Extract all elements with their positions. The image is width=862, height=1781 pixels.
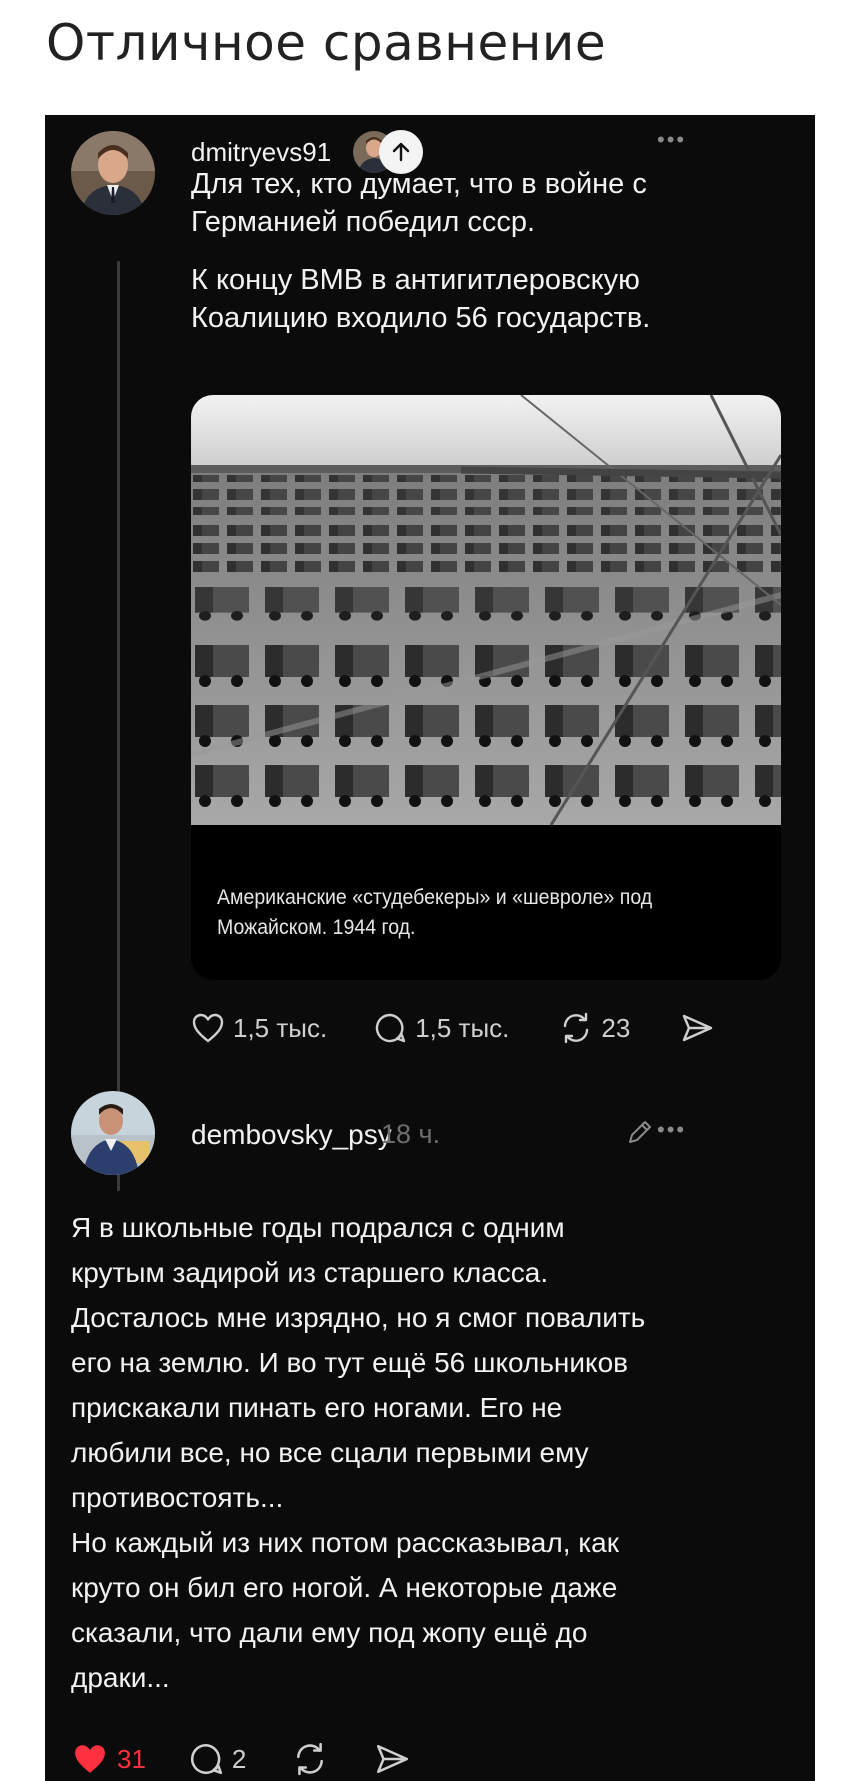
more-icon[interactable]: ••• (657, 127, 686, 153)
repost-icon (297, 1742, 324, 1776)
heart-icon (75, 1745, 105, 1773)
trucks-photo (191, 395, 781, 825)
heart-icon (192, 1013, 224, 1043)
share-icon (683, 1014, 713, 1042)
post-text: К концу ВМВ в антигитлеровскую Коалицию … (191, 264, 651, 334)
repost-button[interactable]: 23 (559, 1011, 630, 1045)
comment-count: 1,5 тыс. (415, 1012, 510, 1043)
follow-arrow-icon (392, 142, 410, 162)
post-timestamp: 18 ч. (381, 1119, 441, 1149)
repost-button[interactable] (292, 1741, 328, 1777)
like-count: 31 (117, 1743, 146, 1774)
share-button[interactable] (680, 1012, 714, 1044)
more-icon[interactable]: ••• (657, 1117, 686, 1143)
comment-count: 2 (231, 1743, 247, 1774)
repost-count: 23 (601, 1012, 631, 1043)
page-title: Отличное сравнение (46, 14, 607, 72)
comment-button[interactable]: 2 (188, 1741, 246, 1777)
post-image[interactable]: Американские «студебекеры» и «шевроле» п… (191, 395, 781, 980)
repost-icon (564, 1012, 589, 1044)
post-text: Я в школьные годы подрался с одним круты… (71, 1212, 646, 1693)
post-username[interactable]: dembovsky_psy (191, 1119, 392, 1151)
image-caption: Американские «студебекеры» и «шевроле» п… (217, 886, 653, 939)
like-button[interactable]: 1,5 тыс. (191, 1012, 327, 1044)
post-text: Для тех, кто думает, что в войне с Герма… (191, 168, 647, 238)
post-actions: 1,5 тыс. 1,5 тыс. 23 (191, 1011, 714, 1045)
comment-button[interactable]: 1,5 тыс. (373, 1011, 509, 1045)
share-icon (377, 1745, 409, 1773)
avatar[interactable] (71, 131, 155, 215)
post-actions: 31 2 (71, 1741, 410, 1777)
like-button[interactable]: 31 (71, 1742, 146, 1776)
screenshot-card: dmitryevs91 ••• Для тех, кто думает, что… (45, 115, 815, 1781)
comment-icon (375, 1013, 406, 1043)
avatar[interactable] (71, 1091, 155, 1175)
thread-line (117, 261, 120, 1191)
edit-icon[interactable] (625, 1117, 655, 1152)
comment-icon (190, 1743, 223, 1775)
post-username[interactable]: dmitryevs91 (191, 137, 331, 168)
share-button[interactable] (374, 1742, 410, 1776)
like-count: 1,5 тыс. (233, 1012, 328, 1043)
